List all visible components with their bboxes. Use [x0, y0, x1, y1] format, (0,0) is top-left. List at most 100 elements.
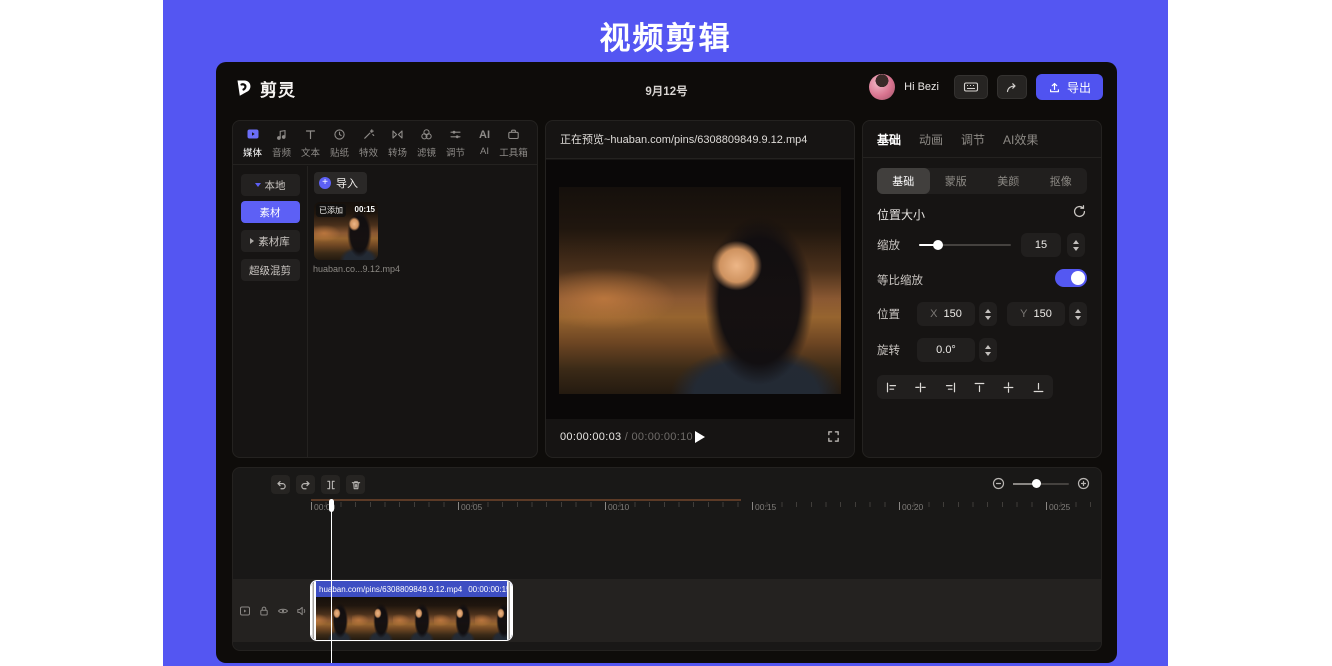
- filter-icon: [420, 127, 433, 142]
- chevron-down-icon: [255, 183, 261, 187]
- ruler-label: 00:15: [752, 502, 776, 512]
- play-button[interactable]: [695, 431, 705, 443]
- toolbox-icon: [507, 127, 520, 142]
- slider-thumb[interactable]: [933, 240, 943, 250]
- rotation-stepper[interactable]: [979, 338, 997, 362]
- tab-toolbox[interactable]: 工具箱: [499, 127, 528, 159]
- video-frame[interactable]: [559, 187, 841, 394]
- keyboard-shortcuts-button[interactable]: [954, 75, 988, 99]
- playhead[interactable]: [329, 499, 334, 663]
- align-bottom-button[interactable]: [1032, 381, 1045, 394]
- split-button[interactable]: [321, 475, 340, 494]
- x-prefix: X: [930, 308, 937, 320]
- zoom-out-icon: [992, 477, 1005, 490]
- position-label: 位置: [877, 306, 900, 322]
- position-y-field[interactable]: Y 150: [1007, 302, 1065, 326]
- tab-adjustment[interactable]: 调节: [961, 131, 985, 148]
- scale-stepper[interactable]: [1067, 233, 1085, 257]
- clip-header: huaban.com/pins/6308809849.9.12.mp4 00:0…: [311, 581, 512, 597]
- sidebar-item-label: 素材: [260, 205, 281, 220]
- rotation-field[interactable]: 0.0°: [917, 338, 975, 362]
- tab-animation[interactable]: 动画: [919, 131, 943, 148]
- clip-trim-handle-right[interactable]: [507, 581, 512, 640]
- tab-basic[interactable]: 基础: [877, 131, 901, 148]
- text-icon: [304, 127, 317, 142]
- fullscreen-icon: [827, 430, 840, 443]
- position-x-field[interactable]: X 150: [917, 302, 975, 326]
- timeline-zoom-slider[interactable]: [1013, 483, 1069, 485]
- section-title: 位置大小: [877, 208, 925, 222]
- subtab-cutout[interactable]: 抠像: [1035, 168, 1088, 194]
- position-x-value: 150: [943, 308, 961, 320]
- align-right-button[interactable]: [944, 381, 957, 394]
- ruler-label: 00:10: [605, 502, 629, 512]
- clip-filmstrip: [311, 597, 512, 640]
- tab-media[interactable]: 媒体: [238, 127, 267, 159]
- sidebar-item-material-library[interactable]: 素材库: [241, 230, 300, 252]
- align-center-vertical-button[interactable]: [1002, 381, 1015, 394]
- uniform-scale-toggle[interactable]: [1055, 269, 1087, 287]
- timeline-ruler[interactable]: 00:00 00:05 00:10 00:15 00:20 00:25: [233, 499, 1093, 517]
- scale-slider[interactable]: [919, 244, 1011, 246]
- timeline-clip[interactable]: huaban.com/pins/6308809849.9.12.mp4 00:0…: [310, 580, 513, 641]
- video-track: huaban.com/pins/6308809849.9.12.mp4 00:0…: [233, 579, 1101, 642]
- uniform-scale-row: 等比缩放: [877, 271, 1087, 289]
- sidebar-item-material[interactable]: 素材: [241, 201, 300, 223]
- tab-ai-effects[interactable]: AI效果: [1003, 131, 1038, 148]
- zoom-slider-thumb[interactable]: [1032, 479, 1041, 488]
- zoom-in-icon: [1077, 477, 1090, 490]
- asset-thumbnail[interactable]: 已添加 00:15: [314, 202, 378, 260]
- tab-sticker[interactable]: 贴纸: [325, 127, 354, 159]
- avatar[interactable]: [869, 74, 895, 100]
- chevron-up-icon: [985, 345, 991, 349]
- timecode: 00:00:00:03 / 00:00:00:10: [560, 431, 693, 443]
- ruler-label: 00:05: [458, 502, 482, 512]
- mute-button[interactable]: [296, 605, 308, 617]
- scale-value-field[interactable]: 15: [1021, 233, 1061, 257]
- import-button[interactable]: + 导入: [314, 172, 367, 194]
- undo-button[interactable]: [271, 475, 290, 494]
- tab-transition[interactable]: 转场: [383, 127, 412, 159]
- subtab-mask[interactable]: 蒙版: [930, 168, 983, 194]
- redo-button[interactable]: [296, 475, 315, 494]
- cover-button[interactable]: [239, 605, 251, 617]
- delete-button[interactable]: [346, 475, 365, 494]
- sidebar-item-label: 超级混剪: [249, 263, 291, 278]
- tab-label: 调节: [446, 145, 465, 159]
- tab-adjust[interactable]: 调节: [441, 127, 470, 159]
- lock-icon: [258, 605, 270, 617]
- position-x-stepper[interactable]: [979, 302, 997, 326]
- preview-controls: 00:00:00:03 / 00:00:00:10: [546, 417, 854, 457]
- speaker-icon: [296, 605, 308, 617]
- added-badge: 已添加: [316, 204, 346, 217]
- export-button[interactable]: 导出: [1036, 74, 1103, 100]
- tab-effects[interactable]: 特效: [354, 127, 383, 159]
- tab-ai[interactable]: AI AI: [470, 128, 499, 157]
- subtab-basic[interactable]: 基础: [877, 168, 930, 194]
- playhead-handle[interactable]: [329, 499, 334, 512]
- tab-audio[interactable]: 音频: [267, 127, 296, 159]
- app-window: 剪灵 9月12号 Hi Bezi: [216, 62, 1117, 663]
- split-icon: [325, 479, 337, 491]
- cover-icon: [239, 605, 251, 617]
- align-center-horizontal-button[interactable]: [914, 381, 927, 394]
- fullscreen-button[interactable]: [827, 430, 840, 443]
- subtab-beauty[interactable]: 美颜: [982, 168, 1035, 194]
- align-left-button[interactable]: [885, 381, 898, 394]
- share-button[interactable]: [997, 75, 1027, 99]
- sidebar-item-local[interactable]: 本地: [241, 174, 300, 196]
- position-y-stepper[interactable]: [1069, 302, 1087, 326]
- zoom-out-button[interactable]: [992, 477, 1005, 490]
- clip-trim-handle-left[interactable]: [311, 581, 316, 640]
- zoom-in-button[interactable]: [1077, 477, 1090, 490]
- tab-text[interactable]: 文本: [296, 127, 325, 159]
- toggle-knob: [1071, 271, 1085, 285]
- lock-button[interactable]: [258, 605, 270, 617]
- sidebar-item-super-mix[interactable]: 超级混剪: [241, 259, 300, 281]
- visibility-button[interactable]: [277, 605, 289, 617]
- undo-icon: [275, 479, 287, 491]
- reset-button[interactable]: [1072, 204, 1087, 219]
- align-top-button[interactable]: [973, 381, 986, 394]
- tab-filter[interactable]: 滤镜: [412, 127, 441, 159]
- inspector-panel: 基础 动画 调节 AI效果 基础 蒙版 美颜 抠像 位置大小: [862, 120, 1102, 458]
